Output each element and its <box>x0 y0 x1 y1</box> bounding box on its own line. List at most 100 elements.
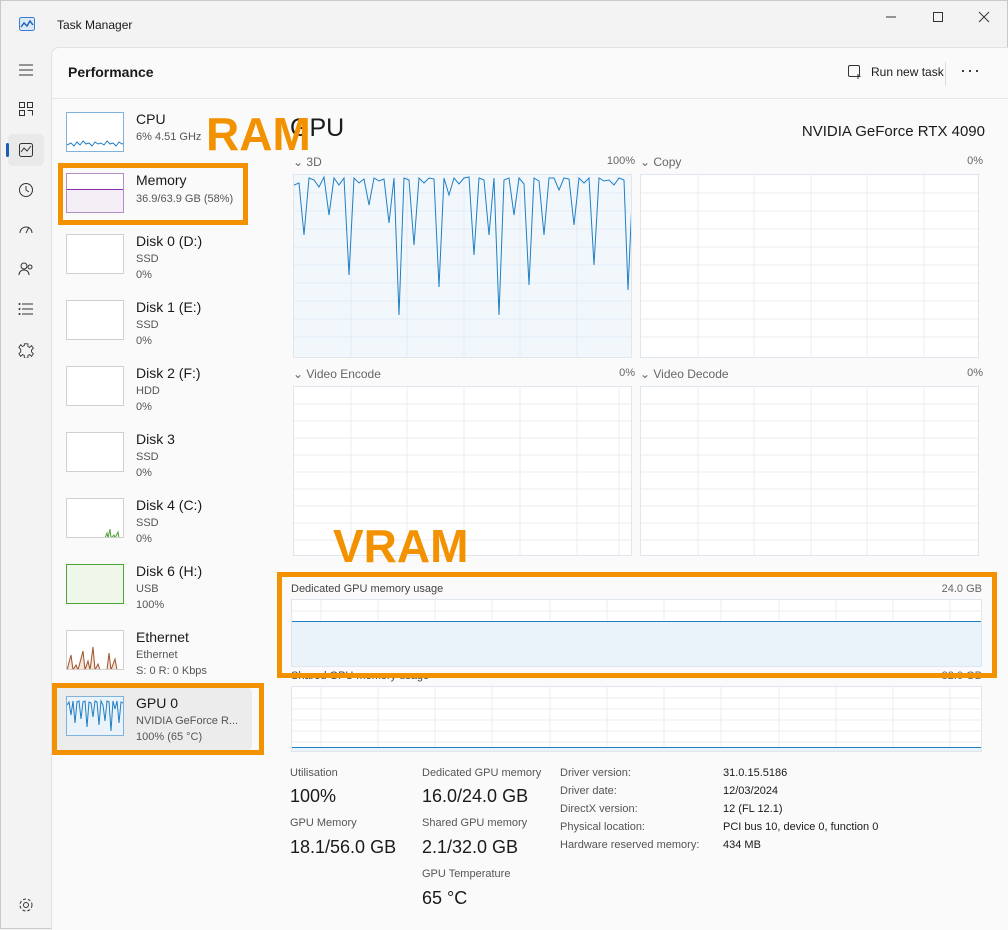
sidebar-item-detail: 6% 4.51 GHz <box>136 131 202 143</box>
vram-annotation: VRAM <box>333 520 469 572</box>
ram-highlight-box <box>58 163 248 225</box>
sidebar-item-usage: 100% <box>136 599 165 611</box>
details-icon <box>18 303 33 315</box>
more-options-button[interactable]: ··· <box>960 60 981 81</box>
engine-copy-max: 0% <box>967 155 983 167</box>
sidebar-item-usage: 0% <box>136 467 152 479</box>
disk-thumbnail <box>66 564 124 604</box>
physical-location-value: PCI bus 10, device 0, function 0 <box>723 821 879 833</box>
engine-copy-graph <box>640 174 979 358</box>
graph-gridlines <box>294 175 631 357</box>
sidebar-item-name: Disk 4 (C:) <box>136 497 203 513</box>
settings-icon <box>19 898 33 912</box>
reserved-memory-label: Hardware reserved memory: <box>560 839 700 851</box>
driver-version-value: 31.0.15.5186 <box>723 767 788 779</box>
sidebar-item-ethernet[interactable]: Ethernet Ethernet S: 0 R: 0 Kbps <box>56 622 252 684</box>
sidebar-item-disk0[interactable]: Disk 0 (D:) SSD 0% <box>56 226 252 288</box>
gpu-memory-label: GPU Memory <box>290 817 357 829</box>
disk-thumbnail <box>66 366 124 406</box>
app-history-icon <box>19 183 33 197</box>
sidebar-item-disk1[interactable]: Disk 1 (E:) SSD 0% <box>56 292 252 354</box>
utilisation-label: Utilisation <box>290 767 338 779</box>
services-icon <box>18 343 34 358</box>
nav-menu-button[interactable] <box>8 54 44 86</box>
disk-thumbnail <box>66 300 124 340</box>
gpu-memory-value: 18.1/56.0 GB <box>290 837 397 857</box>
sidebar-item-usage: S: 0 R: 0 Kbps <box>136 665 207 677</box>
sidebar-item-detail: SSD <box>136 451 159 463</box>
header-separator <box>52 98 1008 99</box>
disk6-usage-fill <box>67 565 123 603</box>
engine-video-encode-label[interactable]: ⌄ Video Encode <box>293 367 381 381</box>
sidebar-item-disk6[interactable]: Disk 6 (H:) USB 100% <box>56 556 252 618</box>
sidebar-item-usage: 0% <box>136 269 152 281</box>
sidebar-item-disk2[interactable]: Disk 2 (F:) HDD 0% <box>56 358 252 420</box>
users-icon <box>18 262 33 276</box>
close-button[interactable] <box>961 3 1007 33</box>
sidebar-item-usage: 0% <box>136 401 152 413</box>
nav-services[interactable] <box>8 334 44 366</box>
nav-users[interactable] <box>8 253 44 285</box>
minimize-button[interactable] <box>868 3 914 33</box>
nav-settings[interactable] <box>8 889 44 921</box>
sidebar-item-usage: 0% <box>136 533 152 545</box>
nav-processes[interactable] <box>8 93 44 125</box>
task-manager-icon <box>19 17 35 31</box>
engine-copy-label[interactable]: ⌄ Copy <box>640 155 681 169</box>
disk-thumbnail <box>66 432 124 472</box>
ethernet-thumbnail <box>66 630 124 670</box>
page-title: Performance <box>68 64 154 80</box>
close-icon <box>978 11 990 23</box>
performance-icon <box>19 143 33 157</box>
reserved-memory-value: 434 MB <box>723 839 761 851</box>
ethernet-activity-line <box>67 646 118 669</box>
utilisation-value: 100% <box>290 786 337 806</box>
run-task-icon <box>848 65 861 79</box>
minimize-icon <box>886 16 896 18</box>
shared-stat-label: Shared GPU memory <box>422 817 528 829</box>
maximize-button[interactable] <box>915 3 961 33</box>
engine-3d-graph <box>293 174 632 358</box>
driver-date-label: Driver date: <box>560 785 617 797</box>
sidebar-item-disk4[interactable]: Disk 4 (C:) SSD 0% <box>56 490 252 552</box>
shared-memory-graph <box>291 686 982 752</box>
cpu-history-line <box>67 140 123 147</box>
sidebar-item-name: Disk 3 <box>136 431 175 447</box>
disk-thumbnail <box>66 498 124 538</box>
engine-video-decode-label[interactable]: ⌄ Video Decode <box>640 367 729 381</box>
title-bar[interactable]: Task Manager <box>1 1 1008 47</box>
sidebar-item-name: Disk 6 (H:) <box>136 563 203 579</box>
processes-icon <box>19 102 33 116</box>
shared-memory-fill <box>292 747 981 751</box>
sidebar-item-detail: USB <box>136 583 159 595</box>
shared-stat-value: 2.1/32.0 GB <box>422 837 519 857</box>
nav-performance[interactable] <box>6 134 44 166</box>
run-new-task-label: Run new task <box>871 65 944 79</box>
dedicated-stat-value: 16.0/24.0 GB <box>422 786 529 806</box>
engine-3d-usage-line <box>294 175 631 316</box>
startup-apps-icon <box>19 226 33 234</box>
temperature-label: GPU Temperature <box>422 868 511 880</box>
hamburger-icon <box>19 64 33 76</box>
dedicated-stat-label: Dedicated GPU memory <box>422 767 542 779</box>
disk-thumbnail <box>66 234 124 274</box>
sidebar-item-name: Ethernet <box>136 629 189 645</box>
window-title: Task Manager <box>57 18 133 32</box>
ram-annotation: RAM <box>206 108 311 160</box>
sidebar-item-name: CPU <box>136 111 166 127</box>
engine-video-encode-max: 0% <box>619 367 635 379</box>
sidebar-item-detail: SSD <box>136 517 159 529</box>
gpu0-highlight-box <box>52 683 264 755</box>
engine-3d-svg <box>294 175 631 357</box>
nav-app-history[interactable] <box>8 174 44 206</box>
sidebar-item-disk3[interactable]: Disk 3 SSD 0% <box>56 424 252 486</box>
engine-name: Video Decode <box>653 367 729 381</box>
physical-location-label: Physical location: <box>560 821 645 833</box>
sidebar-item-name: Disk 1 (E:) <box>136 299 202 315</box>
driver-date-value: 12/03/2024 <box>723 785 779 797</box>
engine-video-decode-max: 0% <box>967 367 983 379</box>
disk4-activity-line <box>104 528 120 537</box>
nav-startup-apps[interactable] <box>8 213 44 245</box>
gpu-device-name: NVIDIA GeForce RTX 4090 <box>801 123 985 140</box>
nav-details[interactable] <box>8 293 44 325</box>
